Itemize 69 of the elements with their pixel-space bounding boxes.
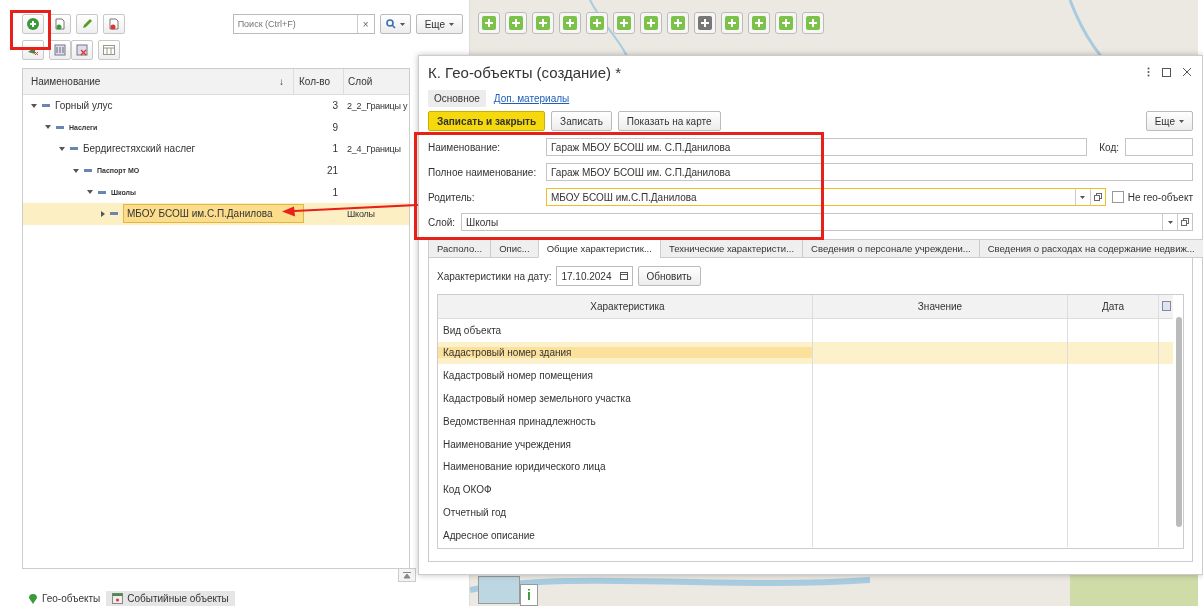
bottom-tab[interactable]: Гео-объекты (22, 590, 107, 606)
count-text: 1 (332, 186, 338, 198)
window-title: К. Гео-объекты (создание) * (428, 63, 623, 81)
count-text: 9 (332, 121, 338, 133)
section-tab[interactable]: Сведения о расходах на содержание недвиж... (978, 239, 1203, 258)
tree-item-name: МБОУ БСОШ им.С.П.Данилова (123, 204, 304, 224)
characteristic-name: Кадастровый номер помещения (442, 370, 594, 382)
full-name-field[interactable]: Гараж МБОУ БСОШ им. С.П.Данилова (546, 163, 1193, 181)
field-label: Наименование: (428, 141, 502, 153)
info-button[interactable]: i (520, 584, 538, 606)
field-label: Слой: (428, 216, 456, 228)
tree-item-name: Горный улус (55, 100, 113, 112)
field-label: Родитель: (428, 191, 476, 203)
not-geo-checkbox[interactable]: Не гео-объект (1111, 191, 1193, 203)
parent-field[interactable]: МБОУ БСОШ им.С.П.Данилова (546, 188, 1106, 206)
table-row[interactable]: Наименование юридического лица (438, 455, 1173, 479)
more-button[interactable]: Еще (415, 14, 463, 34)
characteristic-name: Ведомственная принадлежность (442, 415, 597, 427)
more-button[interactable]: Еще (1145, 111, 1193, 131)
characteristic-name: Код ОКОФ (442, 484, 493, 496)
sort-arrow[interactable]: ↓ (279, 76, 293, 87)
tree-row[interactable]: Горный улус 3 2_2_Границы у (23, 95, 409, 117)
table-row[interactable]: Кадастровый номер земельного участка (438, 387, 1173, 410)
command-button[interactable]: Показать на карте (617, 111, 721, 131)
column-header[interactable]: Характеристика (438, 295, 812, 318)
command-button[interactable]: Записать и закрыть (428, 111, 546, 131)
field-label: Код: (1099, 141, 1119, 153)
refresh-button[interactable]: Обновить (637, 266, 701, 286)
characteristic-name: Наименование учреждения (442, 438, 572, 450)
count-text: 1 (332, 143, 338, 155)
search-field[interactable]: Поиск (Ctrl+F) × (232, 14, 375, 34)
layer-text: 2_4_Границы (347, 144, 401, 154)
table-row[interactable]: Код ОКОФ (438, 478, 1173, 502)
layer-field[interactable]: Школы (461, 213, 1193, 231)
column-header[interactable]: Значение (812, 295, 1067, 318)
layer-text: 2_2_Границы у (347, 100, 408, 111)
characteristic-name: Кадастровый номер земельного участка (442, 393, 632, 405)
column-header[interactable]: Слой (343, 69, 409, 94)
column-header[interactable]: Наименование (23, 76, 279, 87)
characteristic-name: Наименование юридического лица (442, 461, 607, 473)
clear-button[interactable]: × (356, 15, 374, 33)
characteristic-name: Отчетный год (442, 507, 508, 519)
table-row[interactable]: Адресное описание (438, 523, 1173, 547)
layer-text: Школы (347, 208, 375, 219)
table-row[interactable]: Наименование учреждения (438, 432, 1173, 456)
characteristic-name: Кадастровый номер здания (438, 347, 812, 359)
table-row[interactable]: Ведомственная принадлежность (438, 410, 1173, 433)
characteristic-name: Адресное описание (442, 529, 536, 541)
form-tab[interactable]: Основное (428, 89, 486, 107)
command-button[interactable]: Записать (551, 111, 612, 131)
field-label: Полное наименование: (428, 166, 538, 178)
table-row[interactable]: Отчетный год (438, 501, 1173, 524)
date-label: Характеристики на дату: (437, 270, 552, 282)
count-text: 21 (326, 165, 338, 177)
table-row[interactable]: Кадастровый номер здания (438, 341, 1173, 365)
table-row[interactable]: Вид объекта (438, 318, 1173, 342)
tree-row[interactable]: Бердигестяхский наслег 1 2_4_Границы (23, 138, 409, 160)
bottom-tab[interactable]: Событийные объекты (106, 591, 235, 606)
characteristic-name: Вид объекта (442, 324, 503, 336)
tree-row[interactable]: МБОУ БСОШ им.С.П.Данилова Школы (23, 202, 409, 225)
form-tab[interactable]: Доп. материалы (493, 89, 570, 107)
count-text: 3 (332, 100, 338, 112)
name-field[interactable]: Гараж МБОУ БСОШ им. С.П.Данилова (546, 138, 1088, 156)
column-header[interactable]: Кол-во (293, 69, 343, 94)
column-header[interactable]: Дата (1067, 295, 1158, 318)
table-row[interactable]: Кадастровый номер помещения (438, 364, 1173, 388)
tree-item-name: Бердигестяхский наслег (83, 143, 196, 155)
date-field[interactable]: 17.10.2024 (556, 266, 633, 286)
section-tab[interactable]: Сведения о персонале учреждени... (802, 239, 979, 258)
